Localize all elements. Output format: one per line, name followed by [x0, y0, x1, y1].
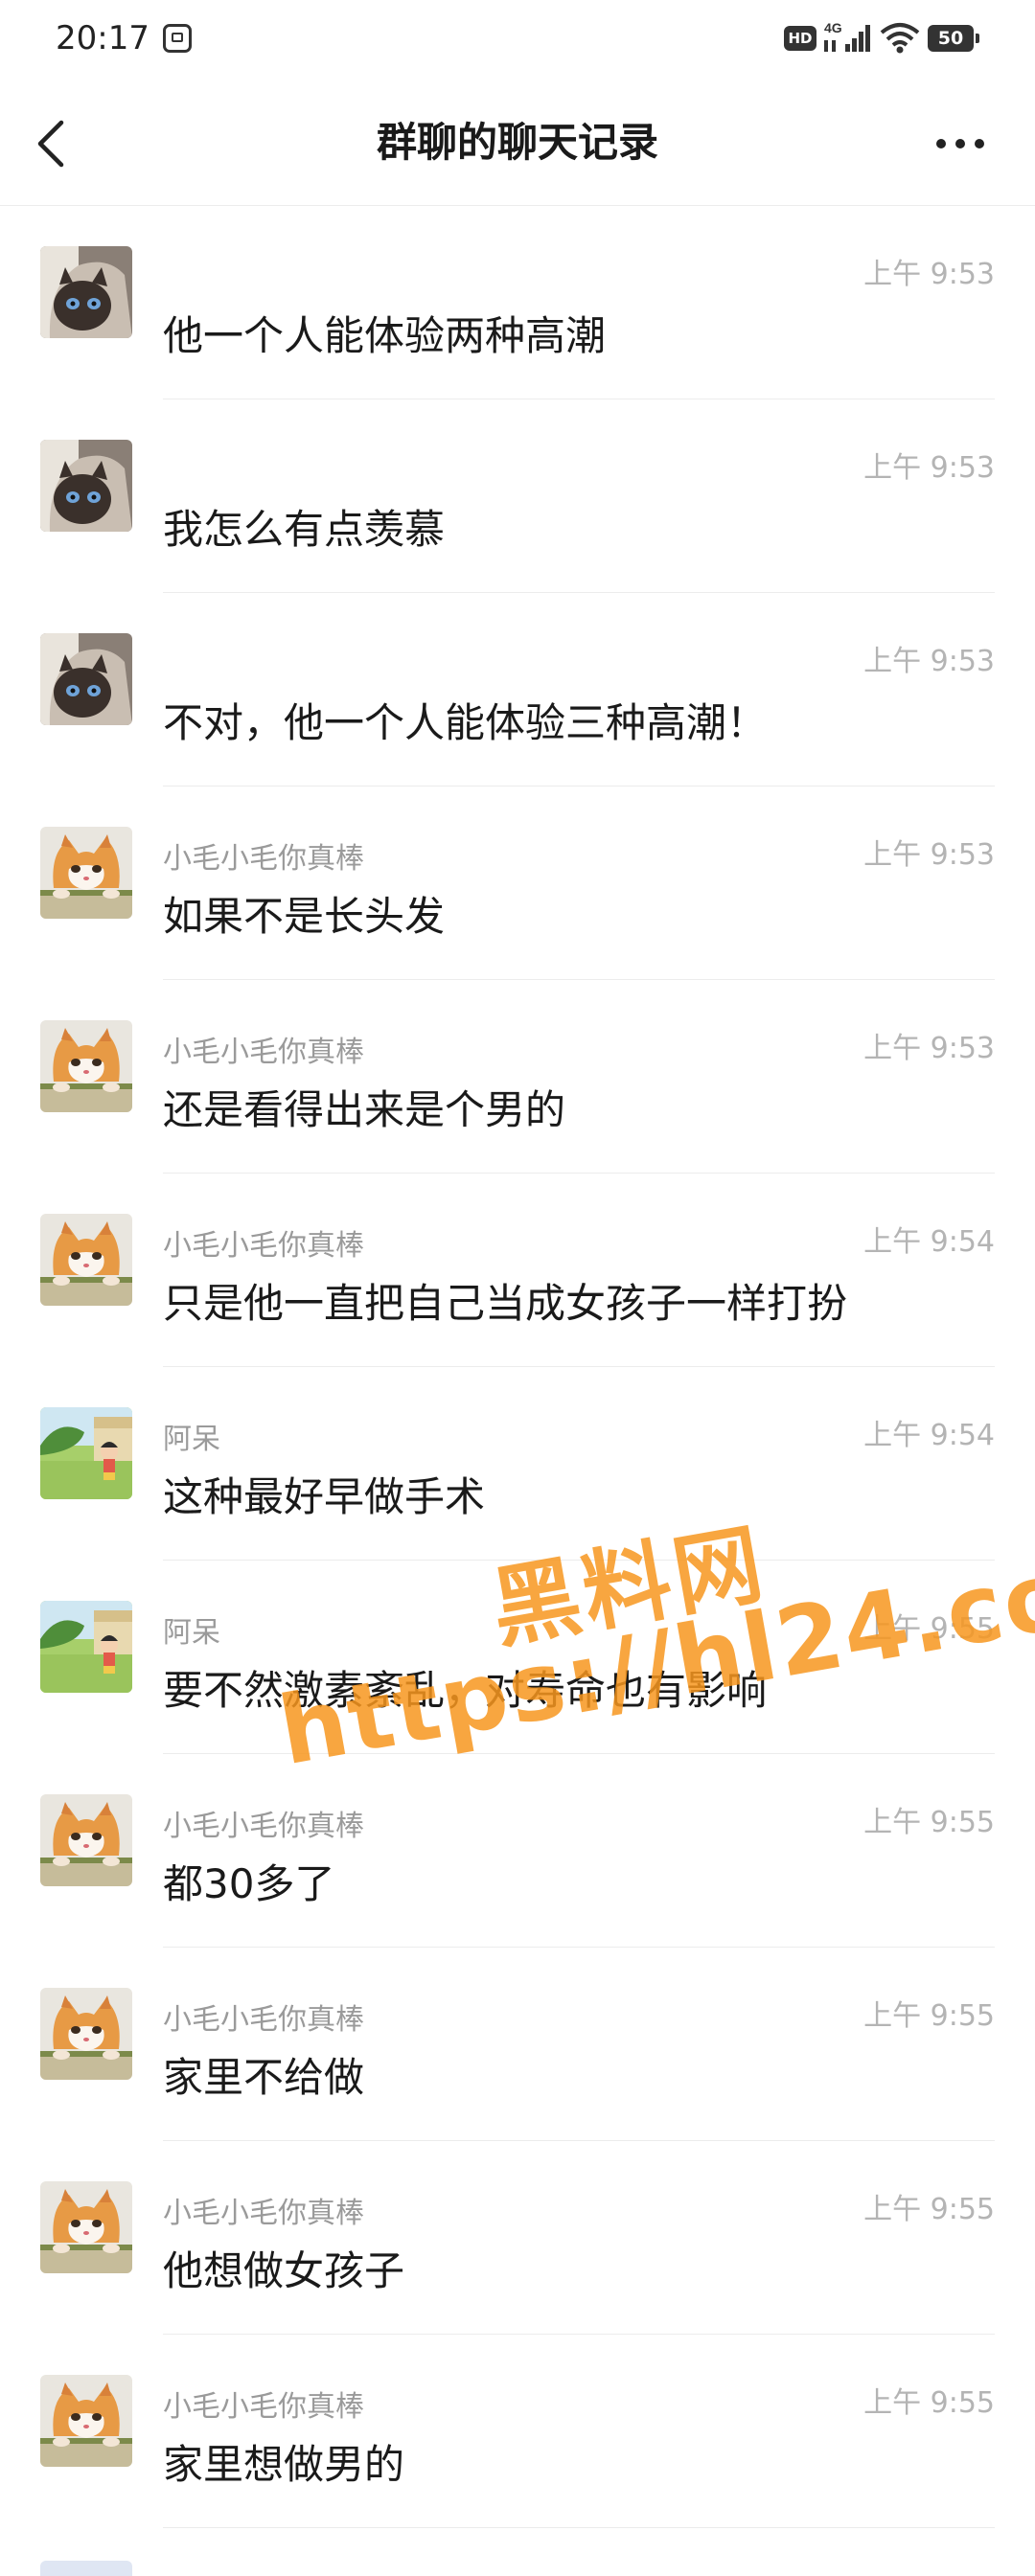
status-bar: 20:17 HD 4G 50	[0, 0, 1035, 80]
message-row[interactable]: 小毛小毛你真棒 上午 9:54 只是他一直把自己当成女孩子一样打扮	[0, 1174, 1035, 1367]
orange-cat-avatar[interactable]	[40, 1020, 132, 1112]
message-text: 还是看得出来是个男的	[163, 1086, 566, 1133]
orange-cat-avatar[interactable]	[40, 1794, 132, 1886]
message-text: 他想做女孩子	[163, 2247, 405, 2294]
message-timestamp: 上午 9:53	[863, 645, 995, 678]
sender-name: 小毛小毛你真棒	[163, 2003, 364, 2037]
message-timestamp: 上午 9:55	[863, 1806, 995, 1839]
message-row[interactable]: 小毛小毛你真棒 上午 9:55 家里不给做	[0, 1948, 1035, 2141]
orange-cat-avatar[interactable]	[40, 2375, 132, 2467]
message-list: 上午 9:53 他一个人能体验两种高潮 上午 9:53 我怎么有点羡慕 上午 9:53 不…	[0, 206, 1035, 2528]
message-text: 家里不给做	[163, 2054, 365, 2101]
orange-cat-avatar[interactable]	[40, 1988, 132, 2080]
cartoon-avatar[interactable]	[40, 1601, 132, 1693]
message-timestamp: 上午 9:55	[863, 1999, 995, 2033]
message-timestamp: 上午 9:55	[863, 1612, 995, 1646]
hd-badge: HD	[784, 26, 816, 51]
message-row[interactable]: 小毛小毛你真棒 上午 9:53 还是看得出来是个男的	[0, 980, 1035, 1174]
sender-name: 阿呆	[163, 1423, 220, 1456]
message-text: 要不然激素紊乱，对寿命也有影响	[163, 1667, 768, 1714]
message-timestamp: 上午 9:54	[863, 1419, 995, 1452]
nav-bar: 群聊的聊天记录	[0, 80, 1035, 206]
message-row[interactable]: 上午 9:53 我怎么有点羡慕	[0, 399, 1035, 593]
siamese-cat-avatar[interactable]	[40, 440, 132, 532]
message-row[interactable]: 小毛小毛你真棒 上午 9:55 都30多了	[0, 1754, 1035, 1948]
message-timestamp: 上午 9:53	[863, 451, 995, 485]
message-timestamp: 上午 9:54	[863, 1225, 995, 1259]
message-row[interactable]: 阿呆 上午 9:55 要不然激素紊乱，对寿命也有影响	[0, 1561, 1035, 1754]
next-avatar-partial[interactable]	[40, 2561, 132, 2576]
message-timestamp: 上午 9:53	[863, 838, 995, 872]
message-timestamp: 上午 9:53	[863, 258, 995, 291]
orange-cat-avatar[interactable]	[40, 2181, 132, 2273]
message-row[interactable]: 小毛小毛你真棒 上午 9:55 他想做女孩子	[0, 2141, 1035, 2335]
message-text: 家里想做男的	[163, 2441, 405, 2488]
network-type-label: 4G	[824, 20, 842, 35]
message-timestamp: 上午 9:55	[863, 2193, 995, 2226]
page-title: 群聊的聊天记录	[376, 119, 658, 166]
message-row[interactable]: 上午 9:53 他一个人能体验两种高潮	[0, 206, 1035, 399]
siamese-cat-avatar[interactable]	[40, 246, 132, 338]
status-time: 20:17	[56, 19, 150, 57]
siamese-cat-avatar[interactable]	[40, 633, 132, 725]
message-text: 这种最好早做手术	[163, 1473, 486, 1520]
sender-name: 小毛小毛你真棒	[163, 2390, 364, 2424]
sender-name: 小毛小毛你真棒	[163, 1036, 364, 1069]
wifi-icon	[880, 23, 920, 54]
battery-indicator: 50	[928, 25, 979, 52]
message-row[interactable]: 上午 9:53 不对，他一个人能体验三种高潮！	[0, 593, 1035, 786]
orange-cat-avatar[interactable]	[40, 1214, 132, 1306]
sender-name: 小毛小毛你真棒	[163, 1810, 364, 1843]
message-text: 如果不是长头发	[163, 893, 446, 940]
back-icon[interactable]	[29, 117, 77, 171]
sender-name: 小毛小毛你真棒	[163, 842, 364, 876]
message-text: 只是他一直把自己当成女孩子一样打扮	[163, 1280, 848, 1327]
cartoon-avatar[interactable]	[40, 1407, 132, 1499]
more-options-icon[interactable]	[932, 126, 989, 161]
sender-name: 小毛小毛你真棒	[163, 1229, 364, 1263]
message-row[interactable]: 小毛小毛你真棒 上午 9:53 如果不是长头发	[0, 786, 1035, 980]
sender-name: 阿呆	[163, 1616, 220, 1650]
app-notification-icon	[163, 24, 192, 53]
message-row[interactable]: 阿呆 上午 9:54 这种最好早做手术	[0, 1367, 1035, 1561]
message-timestamp: 上午 9:53	[863, 1032, 995, 1065]
orange-cat-avatar[interactable]	[40, 827, 132, 919]
message-text: 我怎么有点羡慕	[163, 506, 446, 553]
sender-name: 小毛小毛你真棒	[163, 2197, 364, 2230]
message-row[interactable]: 小毛小毛你真棒 上午 9:55 家里想做男的	[0, 2335, 1035, 2528]
message-text: 都30多了	[163, 1860, 335, 1907]
message-timestamp: 上午 9:55	[863, 2386, 995, 2420]
message-text: 他一个人能体验两种高潮	[163, 312, 607, 359]
cellular-signal-icon: 4G	[824, 20, 870, 52]
message-text: 不对，他一个人能体验三种高潮！	[163, 699, 768, 746]
